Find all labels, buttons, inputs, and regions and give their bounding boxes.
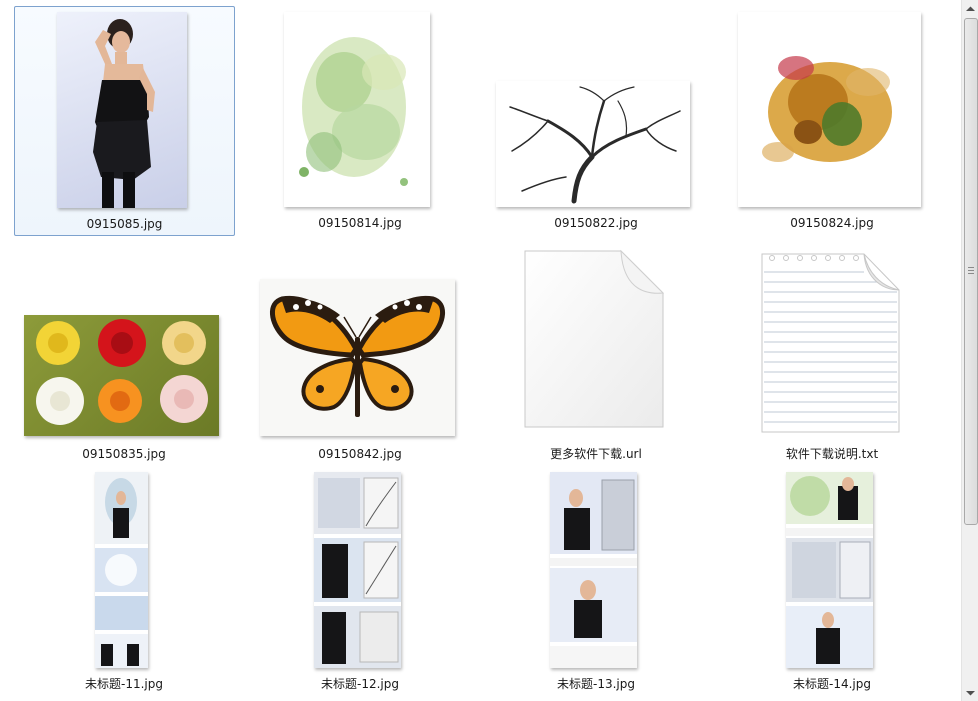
tree-branches-thumbnail (496, 81, 690, 207)
tutorial-thumbnail (550, 472, 637, 668)
file-item-txt[interactable]: 软件下载说明.txt (722, 245, 942, 467)
file-item-09150824[interactable]: 09150824.jpg (722, 6, 942, 234)
butterfly-thumbnail (260, 279, 455, 436)
roses-thumbnail (24, 315, 219, 436)
file-item-09150842[interactable]: 09150842.jpg (250, 245, 470, 467)
woman-photo-thumbnail (57, 12, 187, 208)
scroll-up-button[interactable] (962, 0, 978, 17)
file-item-untitled-12[interactable]: 未标题-12.jpg (250, 470, 470, 695)
file-list-pane: 0915085.jpg 09150814.jpg 09150822.jpg 09… (0, 0, 961, 701)
grip-line (968, 273, 974, 274)
file-item-untitled-14[interactable]: 未标题-14.jpg (722, 470, 942, 695)
file-name-label: 未标题-13.jpg (557, 677, 635, 691)
file-name-label: 更多软件下载.url (550, 447, 642, 461)
file-name-label: 09150842.jpg (318, 447, 402, 461)
scrollbar-thumb[interactable] (964, 18, 978, 525)
grip-line (968, 267, 974, 268)
file-item-09150814[interactable]: 09150814.jpg (250, 6, 470, 234)
file-name-label: 未标题-11.jpg (85, 677, 163, 691)
file-name-label: 未标题-12.jpg (321, 677, 399, 691)
chevron-down-icon (966, 690, 975, 695)
green-splash-thumbnail (284, 12, 430, 207)
file-name-label: 软件下载说明.txt (785, 447, 879, 461)
file-name-label: 09150822.jpg (554, 216, 638, 230)
file-item-09150835[interactable]: 09150835.jpg (14, 245, 234, 467)
file-name-label: 09150835.jpg (82, 447, 166, 461)
vertical-scrollbar[interactable] (961, 0, 978, 701)
file-name-label: 09150824.jpg (790, 216, 874, 230)
scroll-down-button[interactable] (962, 684, 978, 701)
chevron-up-icon (966, 6, 975, 11)
file-item-untitled-11[interactable]: 未标题-11.jpg (14, 470, 234, 695)
file-item-url-shortcut[interactable]: 更多软件下载.url (486, 245, 706, 467)
file-item-0915085[interactable]: 0915085.jpg (14, 6, 235, 236)
grip-line (968, 270, 974, 271)
tutorial-thumbnail (314, 472, 401, 668)
file-name-label: 未标题-14.jpg (793, 677, 871, 691)
file-name-label: 09150814.jpg (318, 216, 402, 230)
color-explosion-thumbnail (738, 12, 921, 207)
text-file-icon (760, 250, 901, 434)
url-file-icon (523, 249, 665, 429)
file-name-label: 0915085.jpg (86, 217, 163, 231)
tutorial-thumbnail (786, 472, 873, 668)
tutorial-thumbnail (95, 472, 148, 668)
file-item-09150822[interactable]: 09150822.jpg (486, 6, 706, 234)
file-item-untitled-13[interactable]: 未标题-13.jpg (486, 470, 706, 695)
